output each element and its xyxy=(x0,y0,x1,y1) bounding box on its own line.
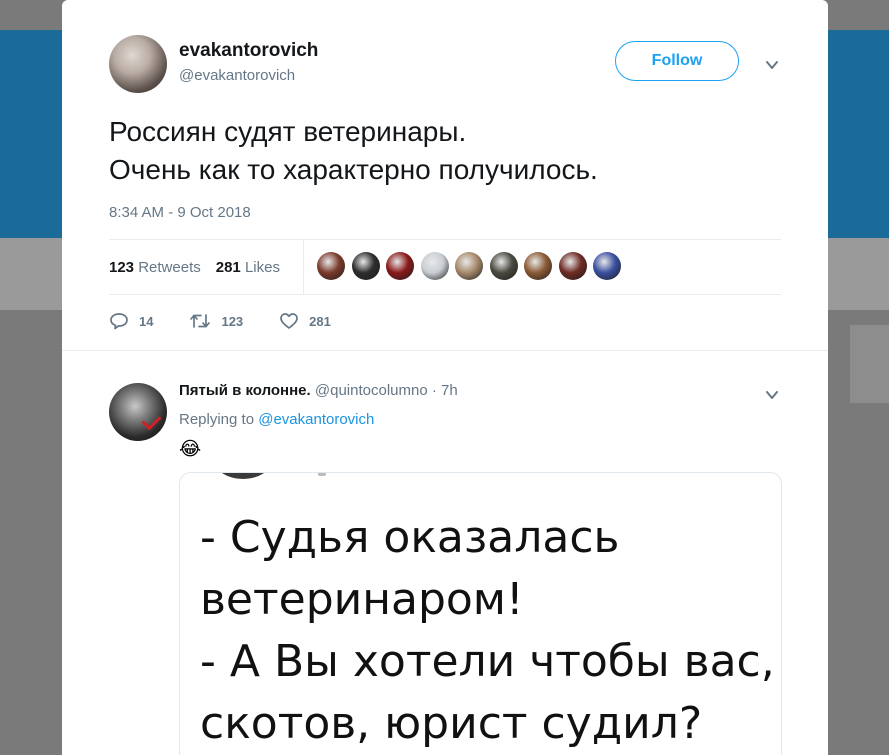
retweets-label: Retweets xyxy=(138,258,201,276)
liker-avatar[interactable] xyxy=(317,252,345,280)
reply-icon xyxy=(110,313,128,330)
retweet-icon xyxy=(190,314,211,328)
liker-avatar[interactable] xyxy=(351,252,380,280)
chevron-down-icon[interactable] xyxy=(765,58,779,72)
reply-action[interactable]: 14 xyxy=(109,312,153,330)
retweets-stat[interactable]: 123 Retweets xyxy=(109,259,201,276)
liker-avatar[interactable] xyxy=(455,252,483,280)
tweet-text-line: Очень как то характерно получилось. xyxy=(109,154,598,185)
liker-avatar[interactable] xyxy=(593,252,621,280)
follow-button[interactable]: Follow xyxy=(615,41,739,81)
like-count: 281 xyxy=(309,313,331,329)
checkmark-icon xyxy=(141,410,162,431)
replying-to-prefix: Replying to xyxy=(179,411,255,428)
divider xyxy=(109,294,781,295)
tweet-text: Россиян судят ветеринары. Очень как то х… xyxy=(109,113,598,189)
liker-avatar[interactable] xyxy=(524,252,552,280)
liker-avatar[interactable] xyxy=(558,252,587,280)
tweet-timestamp[interactable]: 8:34 AM - 9 Oct 2018 xyxy=(109,204,251,221)
tweet-modal: evakantorovich @evakantorovich Follow Ро… xyxy=(62,0,828,755)
likes-count: 281 xyxy=(215,258,241,276)
reply-media-card[interactable]: - Судья оказалась ветеринаром! - А Вы хо… xyxy=(179,472,782,755)
reply-time[interactable]: · 7h xyxy=(432,382,458,399)
media-text-line: ветеринаром! xyxy=(200,574,524,625)
reply-author-handle[interactable]: @quintocolumno xyxy=(315,382,428,399)
likes-stat[interactable]: 281 Likes xyxy=(216,259,280,276)
reply-author-name[interactable]: Пятый в колонне. xyxy=(179,382,311,399)
reply-author-line: Пятый в колонне. @quintocolumno · 7h xyxy=(179,382,458,399)
reply-emoji: 😂 xyxy=(179,439,202,460)
author-display-name[interactable]: evakantorovich xyxy=(179,40,318,62)
media-text-line: - А Вы хотели чтобы вас, xyxy=(200,636,775,687)
media-partial-avatar xyxy=(215,473,271,479)
tweet-text-line: Россиян судят ветеринары. xyxy=(109,116,467,147)
retweet-count: 123 xyxy=(221,313,244,329)
like-action[interactable]: 281 xyxy=(279,312,331,330)
liker-avatar[interactable] xyxy=(386,252,414,280)
retweets-count: 123 xyxy=(109,258,135,276)
reply-count: 14 xyxy=(139,313,154,329)
author-handle[interactable]: @evakantorovich xyxy=(179,67,295,84)
retweet-action[interactable]: 123 xyxy=(189,312,243,330)
liker-avatars xyxy=(317,252,628,280)
likes-label: Likes xyxy=(244,258,280,276)
heart-icon xyxy=(280,313,299,329)
media-text-line: скотов, юрист судил? xyxy=(200,698,703,749)
background-side-card xyxy=(850,325,889,403)
media-partial-mark xyxy=(318,473,326,476)
chevron-down-icon[interactable] xyxy=(765,388,779,402)
media-text-line: - Судья оказалась xyxy=(200,512,620,563)
author-avatar[interactable] xyxy=(109,35,167,93)
reply-author-avatar[interactable] xyxy=(109,383,167,441)
tweet-stats: 123 Retweets 281 Likes xyxy=(109,240,291,294)
liker-avatar[interactable] xyxy=(420,252,449,280)
divider xyxy=(62,350,828,351)
tweet-actions: 14 123 281 xyxy=(109,312,367,330)
replying-to-line: Replying to @evakantorovich xyxy=(179,411,374,428)
stats-separator xyxy=(303,240,304,294)
liker-avatar[interactable] xyxy=(489,252,518,280)
replying-to-link[interactable]: @evakantorovich xyxy=(258,411,374,428)
media-text: - Судья оказалась ветеринаром! - А Вы хо… xyxy=(200,507,775,755)
